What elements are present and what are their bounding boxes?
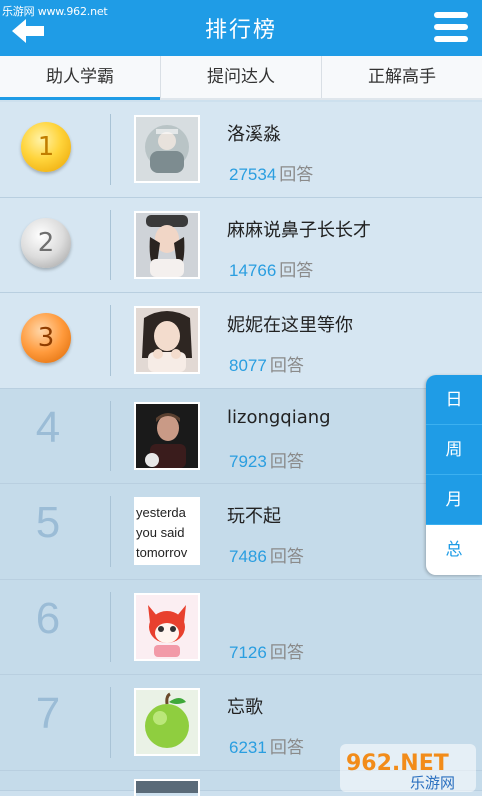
- answer-count: 27534 回答: [229, 165, 314, 185]
- app-header: 乐游网 www.962.net 排行榜: [0, 0, 482, 56]
- ranking-row[interactable]: 3 妮妮在这里等你 8077 回答: [0, 293, 482, 389]
- avatar[interactable]: [134, 778, 200, 796]
- avatar[interactable]: [134, 306, 200, 374]
- period-selector: 日 周 月 总: [426, 375, 482, 575]
- tab-correct-answers[interactable]: 正解高手: [322, 56, 482, 98]
- avatar[interactable]: [134, 210, 200, 279]
- ranking-row[interactable]: 1 洛溪淼 27534 回答: [0, 102, 482, 198]
- user-name: 忘歌: [227, 697, 263, 718]
- user-name: 妮妮在这里等你: [227, 315, 353, 336]
- bronze-medal-icon: 3: [21, 313, 71, 363]
- answer-count: 14766 回答: [229, 260, 314, 281]
- silver-medal-icon: 2: [21, 217, 71, 268]
- answer-count: 7923 回答: [229, 451, 304, 472]
- avatar-text-line: tomorrov: [136, 545, 188, 560]
- answer-count: 7486 回答: [229, 547, 304, 567]
- answer-count: 8077 回答: [229, 356, 304, 376]
- avatar-text-line: you said: [136, 525, 184, 540]
- avatar[interactable]: [134, 688, 200, 756]
- watermark-brand: 962.NET: [346, 751, 449, 776]
- rank-number: 7: [35, 689, 61, 738]
- ranking-row[interactable]: 6 7126 回答: [0, 579, 482, 675]
- ranking-row[interactable]: 2 麻麻说鼻子长长才 14766 回答: [0, 197, 482, 293]
- period-total[interactable]: 总: [426, 525, 482, 575]
- tab-askers[interactable]: 提问达人: [161, 56, 322, 98]
- menu-icon: [434, 12, 468, 18]
- period-month[interactable]: 月: [426, 475, 482, 525]
- avatar[interactable]: [134, 115, 200, 183]
- ranking-list: 1 洛溪淼 27534 回答 2 麻麻说鼻子长长才 14766 回答 3 妮妮在…: [0, 102, 482, 796]
- rank-number: 4: [35, 402, 61, 452]
- answer-count: 7126 回答: [229, 642, 304, 663]
- rank-number: 5: [35, 498, 61, 547]
- page-title: 排行榜: [204, 18, 277, 43]
- tab-helpers[interactable]: 助人学霸: [0, 56, 161, 100]
- period-week[interactable]: 周: [426, 425, 482, 475]
- user-name: 洛溪淼: [227, 124, 281, 145]
- gold-medal-icon: 1: [21, 122, 71, 172]
- ranking-row[interactable]: 5 yesterda you said tomorrov 玩不起 7486 回答: [0, 484, 482, 580]
- menu-button[interactable]: [434, 10, 468, 44]
- user-name: 玩不起: [227, 506, 281, 527]
- ranking-tabs: 助人学霸 提问达人 正解高手: [0, 56, 482, 100]
- period-day[interactable]: 日: [426, 375, 482, 425]
- avatar[interactable]: yesterda you said tomorrov: [134, 497, 200, 565]
- avatar[interactable]: [134, 401, 200, 470]
- avatar-text-line: yesterda: [136, 505, 187, 520]
- watermark-sub: 乐游网: [410, 774, 455, 792]
- user-name: lizongqiang: [227, 406, 331, 428]
- ranking-row[interactable]: 4 lizongqiang 7923 回答: [0, 388, 482, 484]
- user-name: 麻麻说鼻子长长才: [227, 219, 371, 241]
- avatar[interactable]: [134, 592, 200, 661]
- answer-count: 6231 回答: [229, 738, 304, 758]
- watermark-logo: 962.NET 乐游网: [340, 744, 476, 792]
- rank-number: 6: [35, 593, 61, 643]
